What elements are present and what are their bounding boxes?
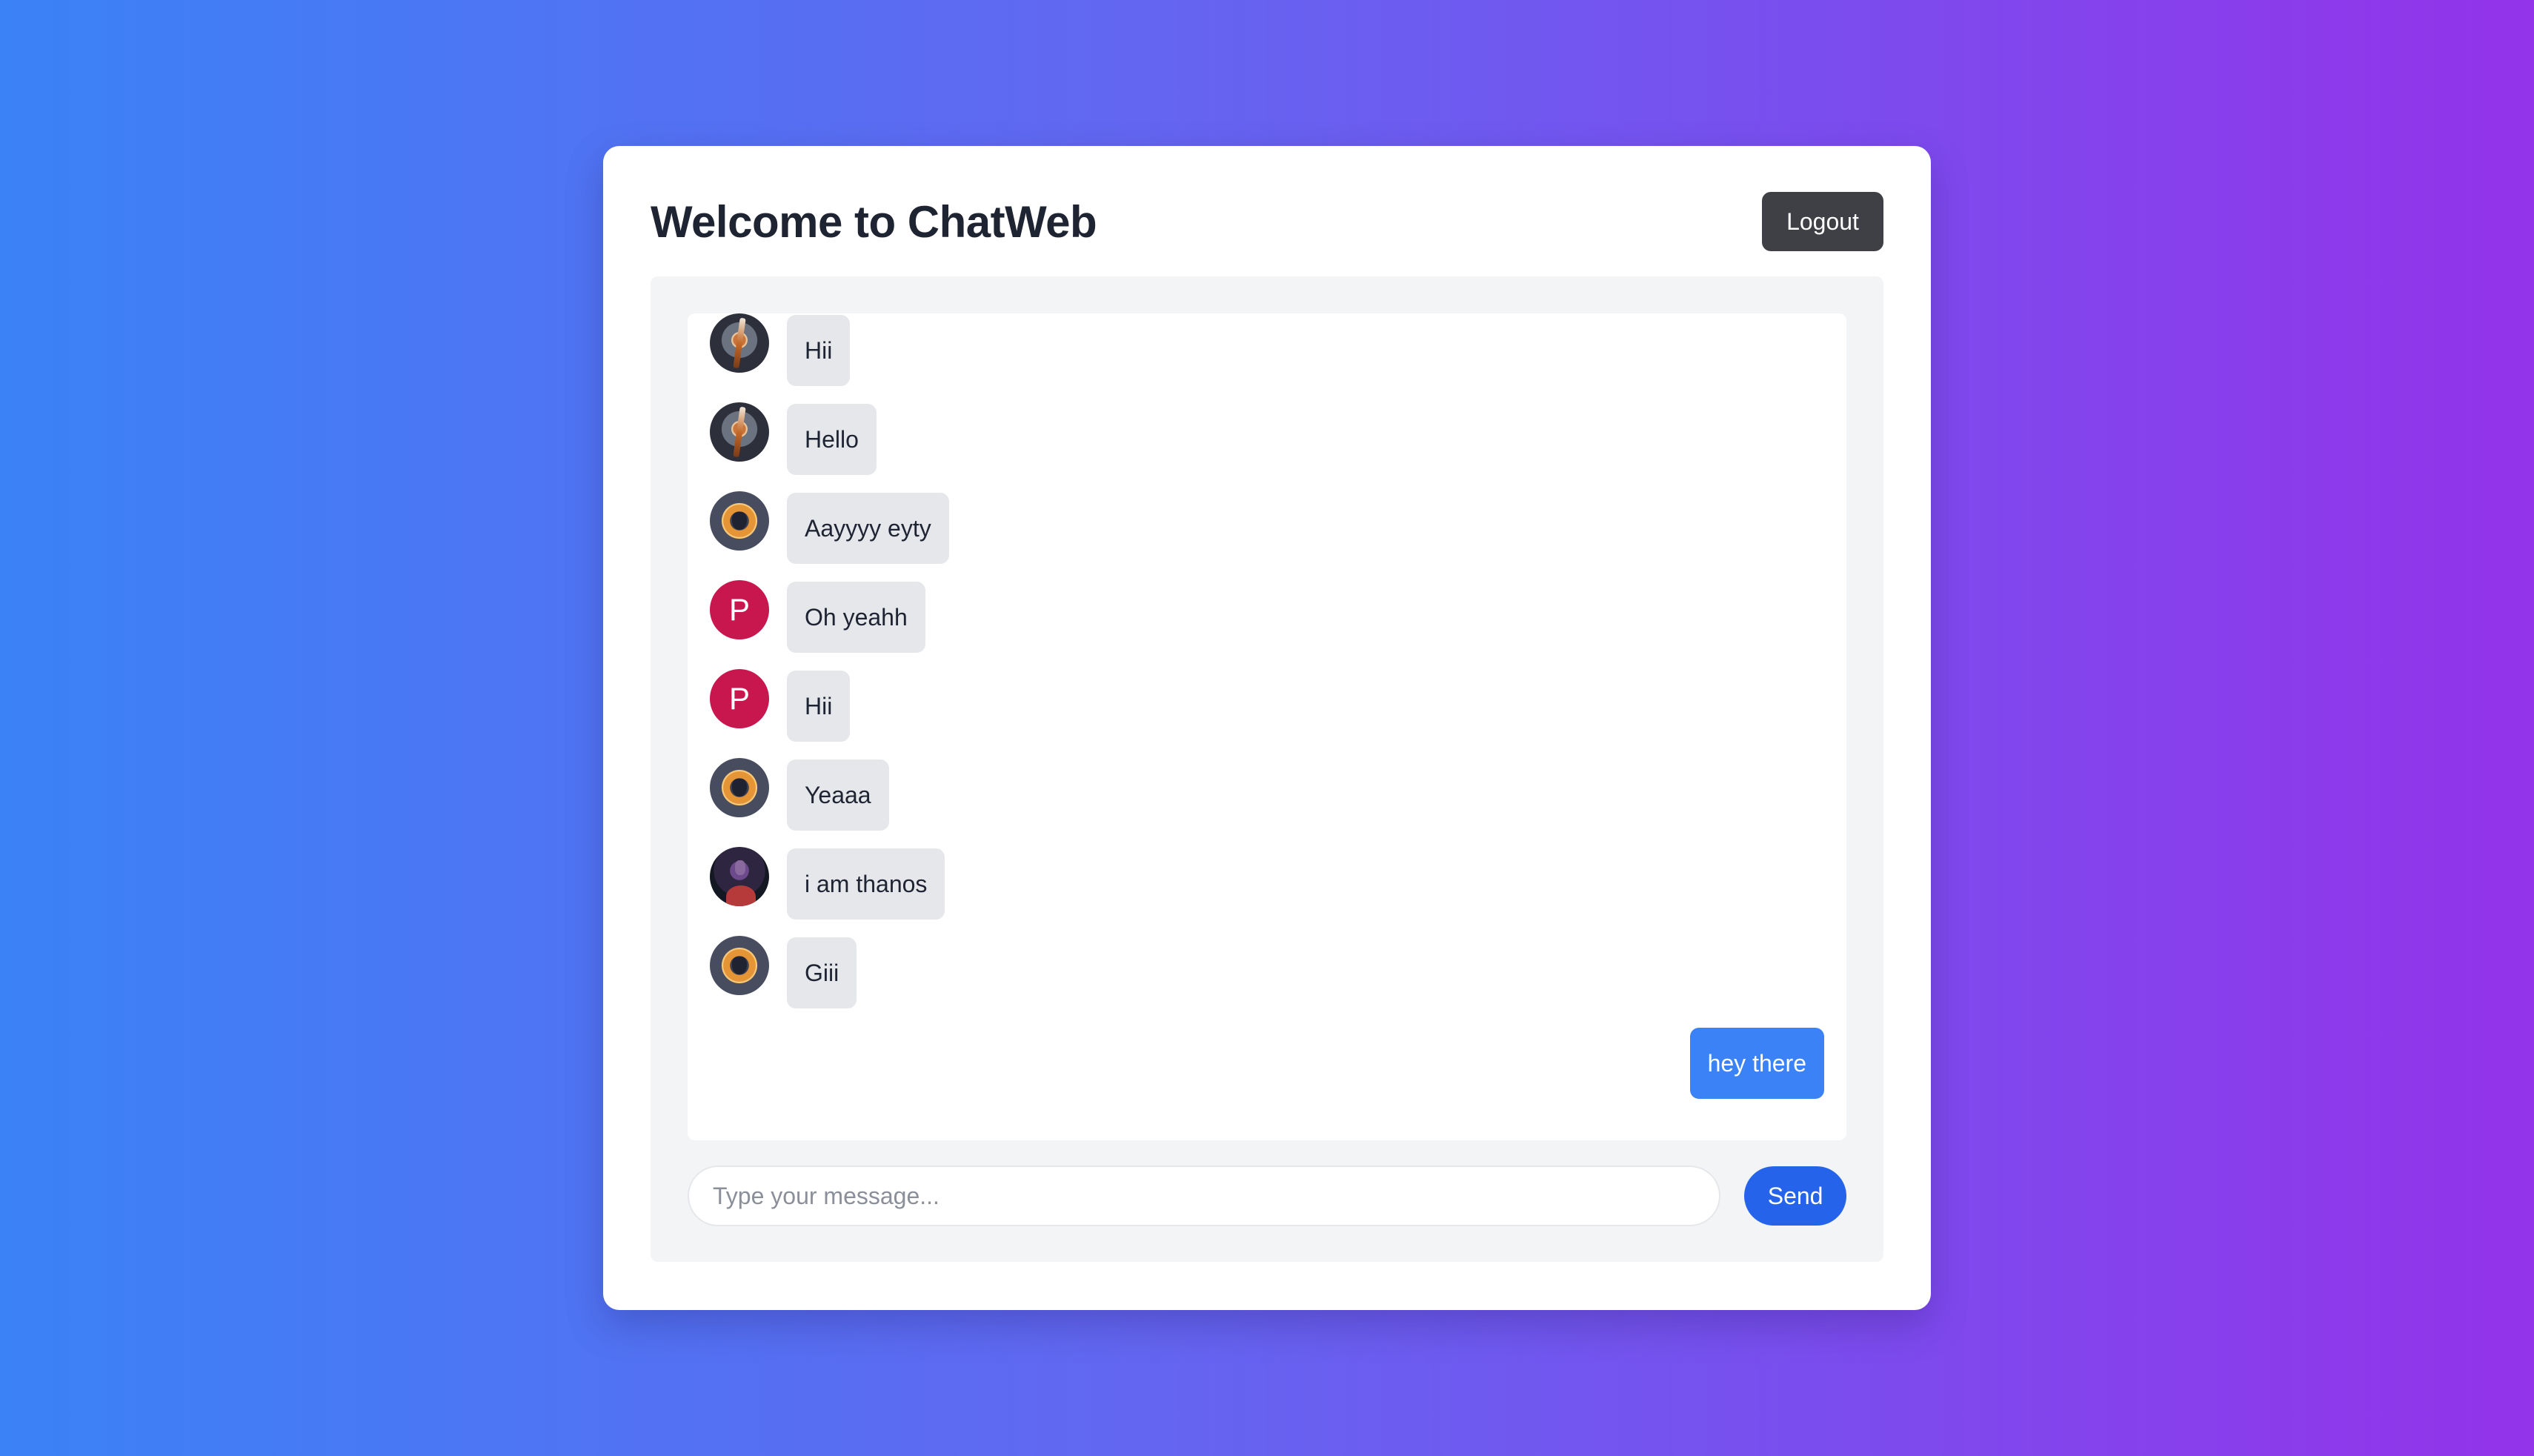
- message-bubble: Aayyyy eyty: [787, 493, 949, 564]
- sent-message-item: hey there: [1689, 1028, 1824, 1099]
- helmet-avatar: [710, 491, 769, 551]
- message-bubble: Oh yeahh: [787, 582, 925, 653]
- message-bubble: i am thanos: [787, 848, 945, 920]
- message-item: Hii: [710, 313, 851, 386]
- chat-card: Welcome to ChatWeb Logout Hii Hello Aayy…: [603, 146, 1931, 1310]
- message-bubble: Yeaaa: [787, 759, 889, 831]
- message-item: Yeaaa: [710, 758, 889, 831]
- sent-message-bubble: hey there: [1689, 1028, 1824, 1099]
- warrior-avatar: [710, 402, 769, 462]
- message-item: P Oh yeahh: [710, 580, 925, 653]
- message-bubble: Hii: [787, 671, 851, 742]
- message-item: i am thanos: [710, 847, 945, 920]
- thanos-avatar: [710, 847, 769, 906]
- message-bubble: Hii: [787, 315, 851, 386]
- page-title: Welcome to ChatWeb: [651, 196, 1097, 247]
- message-list[interactable]: Hii Hello Aayyyy eyty P Oh yeahh P Hii Y…: [688, 313, 1846, 1140]
- letter-avatar: P: [710, 669, 769, 728]
- message-item: Aayyyy eyty: [710, 491, 949, 564]
- helmet-avatar: [710, 936, 769, 995]
- composer: Send: [688, 1166, 1846, 1226]
- logout-button[interactable]: Logout: [1762, 192, 1883, 251]
- chat-header: Welcome to ChatWeb Logout: [651, 192, 1883, 251]
- helmet-avatar: [710, 758, 769, 817]
- warrior-avatar: [710, 313, 769, 373]
- message-bubble: Giii: [787, 937, 857, 1008]
- message-bubble: Hello: [787, 404, 877, 475]
- message-item: Giii: [710, 936, 857, 1008]
- message-item: Hello: [710, 402, 877, 475]
- message-item: P Hii: [710, 669, 851, 742]
- message-input[interactable]: [688, 1166, 1721, 1226]
- letter-avatar: P: [710, 580, 769, 639]
- send-button[interactable]: Send: [1744, 1166, 1846, 1226]
- chat-area: Hii Hello Aayyyy eyty P Oh yeahh P Hii Y…: [651, 276, 1883, 1262]
